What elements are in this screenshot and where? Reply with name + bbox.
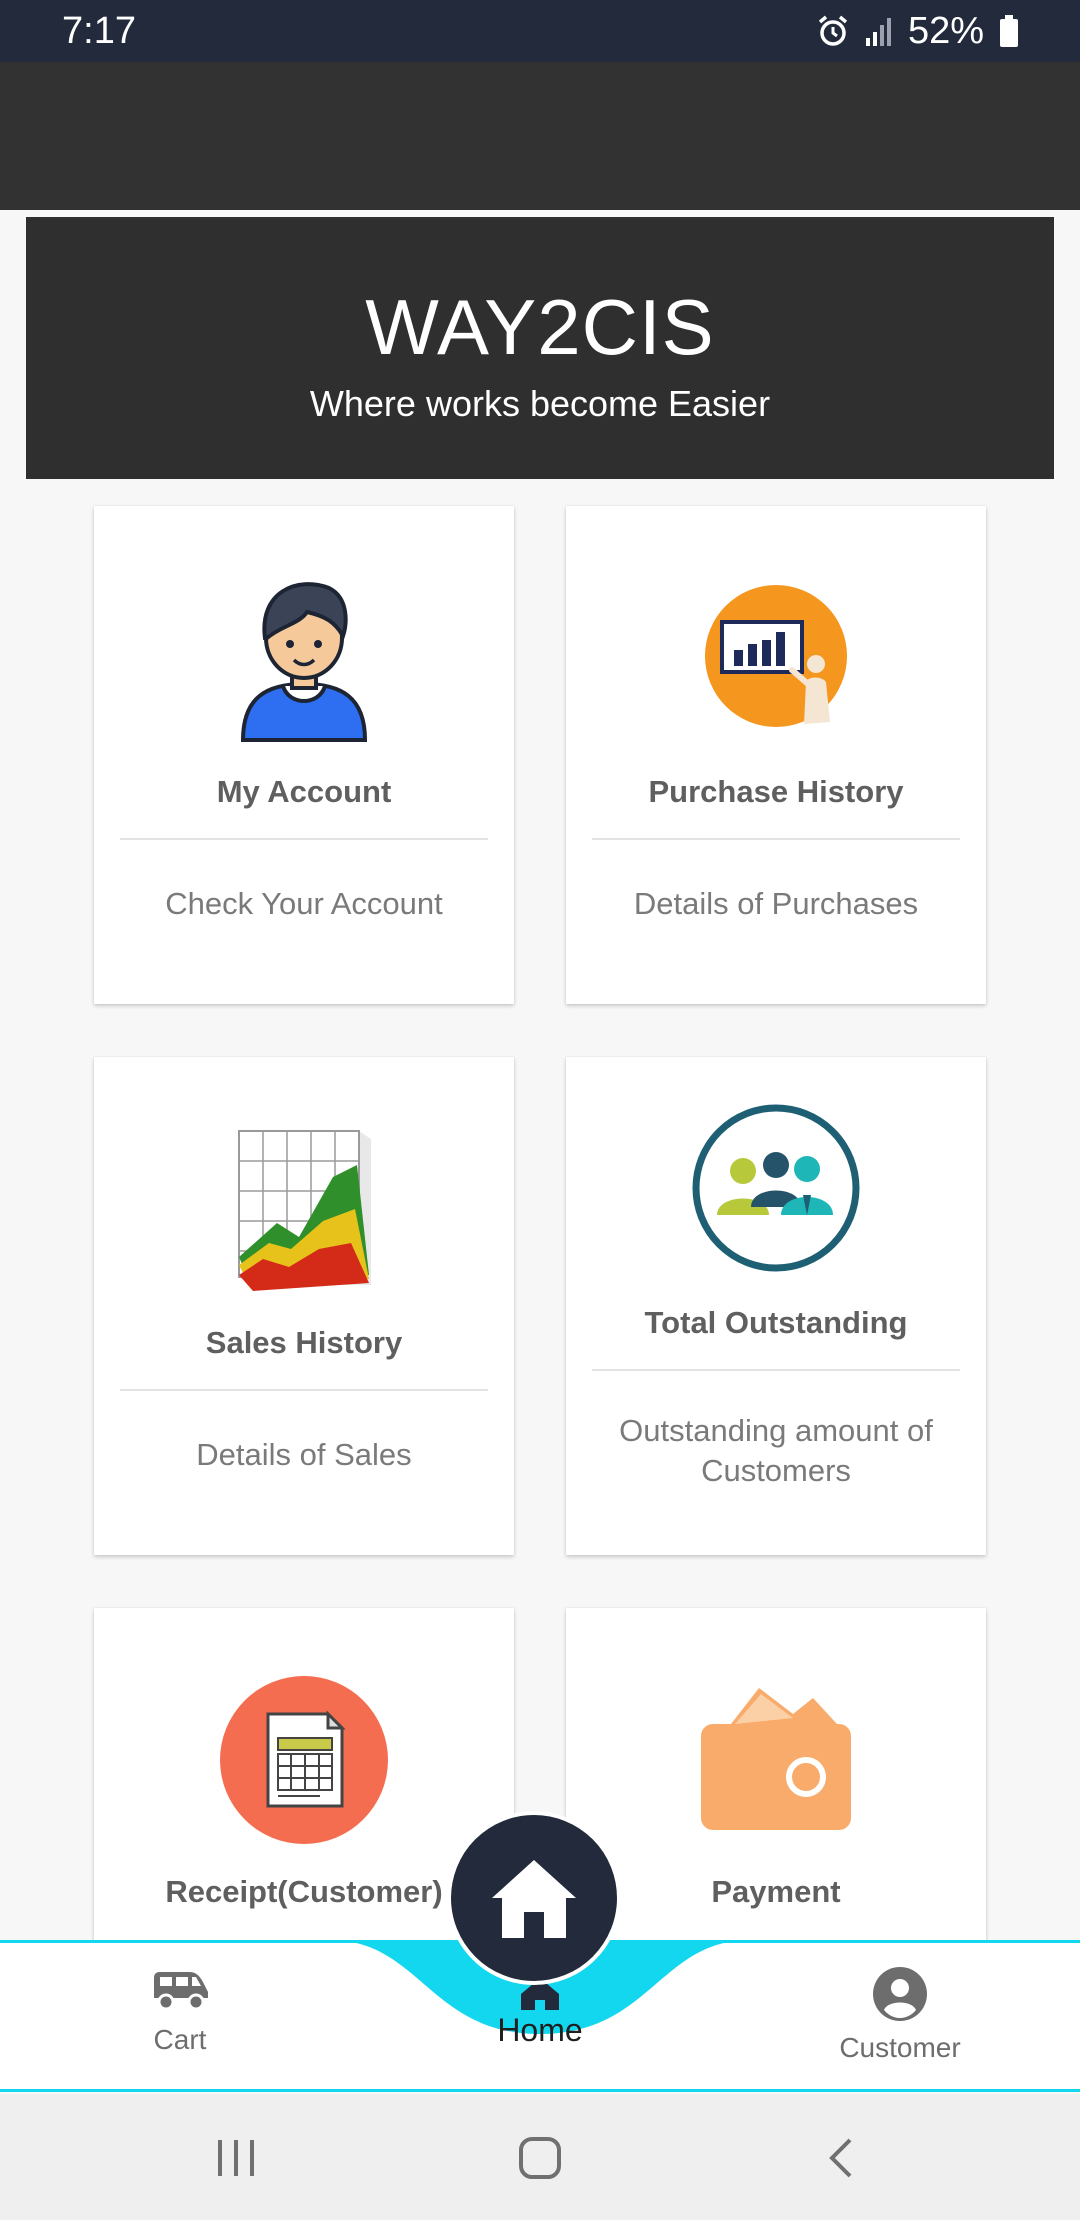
nav-label: Cart [153,2024,207,2055]
card-divider [592,838,960,840]
status-bar: 7:17 52% [0,0,1080,62]
home-icon [492,1860,576,1938]
status-icons: 52% [816,10,1020,53]
customers-group-icon [692,1104,860,1272]
van-icon [154,1972,208,2011]
card-divider [120,1389,488,1391]
home-system-icon[interactable] [518,2136,562,2180]
card-sales-history[interactable]: Sales History Details of Sales [94,1057,514,1555]
home-fab-button[interactable] [447,1811,621,1985]
nav-label: Home [497,2012,583,2048]
card-divider [120,838,488,840]
nav-item-home[interactable]: Home [470,1976,610,2049]
card-title: My Account [216,774,392,809]
alarm-icon [818,15,848,46]
card-description: Details of Sales [196,1437,412,1472]
hero-title: WAY2CIS [365,283,715,371]
battery-percent: 52% [907,9,984,52]
status-time: 7:17 [62,9,136,52]
card-my-account[interactable]: My Account Check Your Account [94,506,514,1004]
card-title: Total Outstanding [644,1305,908,1340]
battery-icon [1000,15,1018,47]
recent-apps-icon[interactable] [214,2138,258,2178]
wallet-icon [701,1688,851,1830]
card-description: Details of Purchases [633,886,919,921]
nav-item-cart[interactable]: Cart [120,1968,240,2056]
hero-subtitle: Where works become Easier [309,383,771,424]
receipt-calculator-icon [220,1676,388,1844]
card-total-outstanding[interactable]: Total Outstanding Outstanding amount of … [566,1057,986,1555]
nav-label: Customer [839,2032,961,2063]
screen: 7:17 52% WAY2CIS Where works become Easi… [0,0,1080,2220]
card-title: Sales History [205,1325,403,1360]
card-purchase-history[interactable]: Purchase History Details of Purchases [566,506,986,1004]
area-chart-icon [238,1130,371,1291]
card-title: Purchase History [648,774,904,809]
card-divider [592,1369,960,1371]
nav-item-customer[interactable]: Customer [830,1966,970,2064]
card-title: Payment [711,1874,841,1909]
card-payment[interactable]: Payment [566,1608,986,1948]
card-description: Check Your Account [165,886,443,921]
back-icon[interactable] [826,2136,856,2180]
card-description: Outstanding amount of Customers [619,1413,933,1488]
app-bar [0,62,1080,210]
account-circle-icon [873,1967,927,2021]
hero-banner: WAY2CIS Where works become Easier [26,217,1054,479]
system-nav-bar [0,2094,1080,2220]
user-avatar-icon [240,582,368,742]
presentation-chart-icon [705,585,847,727]
signal-icon [865,18,891,46]
